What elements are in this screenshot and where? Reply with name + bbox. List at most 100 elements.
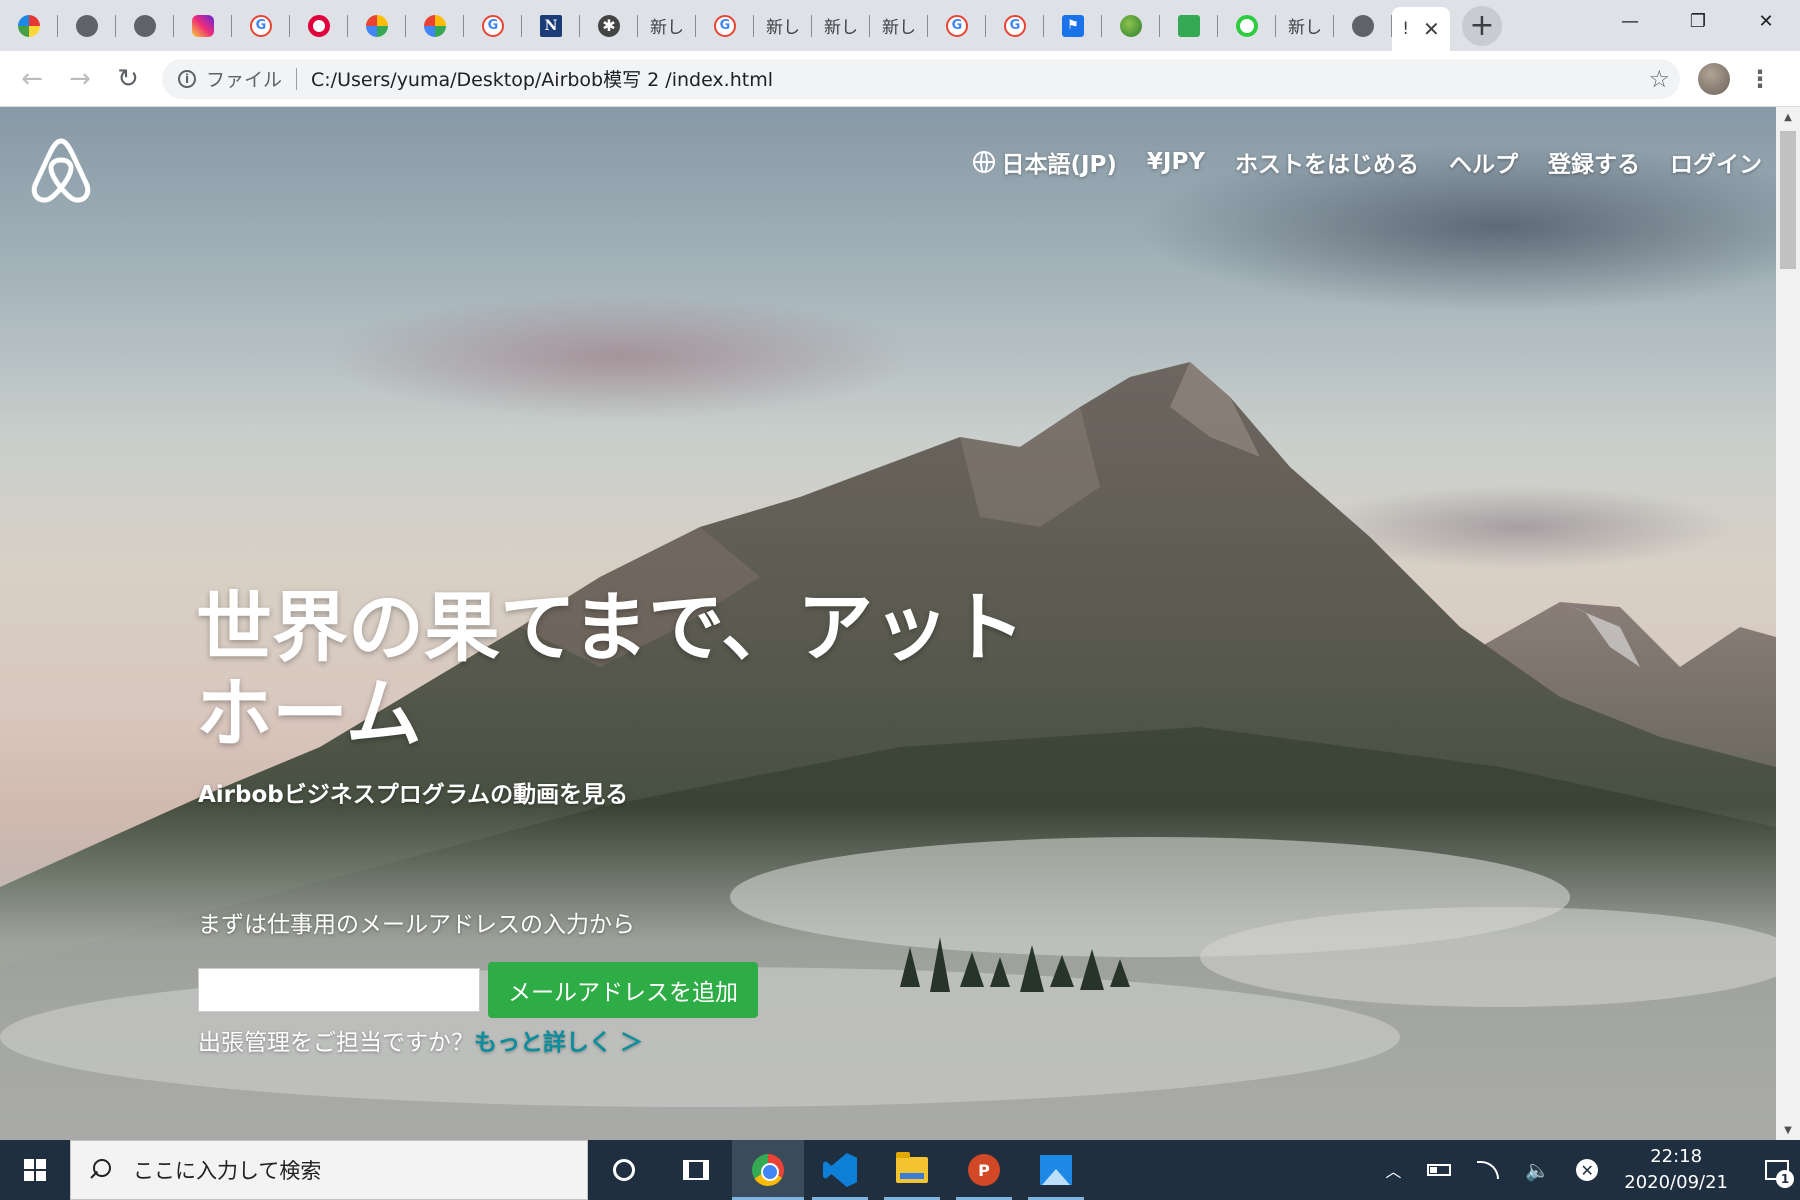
scroll-up-arrow-icon[interactable]: ▲ (1776, 107, 1800, 127)
n-logo-icon: N (540, 14, 562, 37)
speaker-icon[interactable]: 🔈 (1525, 1158, 1550, 1182)
task-view-icon (683, 1160, 709, 1180)
learn-more-link[interactable]: もっと詳しく ＞ (474, 1030, 643, 1056)
signup-link[interactable]: 登録する (1548, 145, 1640, 179)
colorful-logo-icon (18, 14, 40, 37)
tab-7[interactable] (348, 0, 406, 51)
globe-icon (1352, 14, 1374, 37)
earth-icon (1120, 14, 1142, 37)
battery-icon[interactable] (1427, 1164, 1452, 1176)
language-selector[interactable]: 日本語(JP) (973, 145, 1117, 179)
window-controls: — ❐ ✕ (1596, 0, 1800, 42)
tab-2[interactable] (58, 0, 116, 51)
minimize-button[interactable]: — (1596, 0, 1664, 42)
cortana-button[interactable] (588, 1140, 660, 1200)
divider (296, 67, 298, 90)
currency-selector[interactable]: ¥JPY (1147, 149, 1205, 175)
taskbar-photos[interactable] (1020, 1140, 1092, 1200)
tab-20[interactable] (1102, 0, 1160, 51)
tab-11[interactable]: ✱ (580, 0, 638, 51)
forward-arrow-icon[interactable]: → (56, 55, 104, 103)
tab-6[interactable] (290, 0, 348, 51)
taskbar-chrome[interactable] (732, 1140, 804, 1200)
book-icon (1178, 14, 1200, 37)
help-link[interactable]: ヘルプ (1449, 145, 1518, 179)
tab-4[interactable] (174, 0, 232, 51)
back-arrow-icon[interactable]: ← (8, 55, 56, 103)
star-icon[interactable]: ☆ (1648, 65, 1670, 93)
tab-18[interactable]: G (986, 0, 1044, 51)
vscode-icon (823, 1153, 857, 1187)
url-text[interactable]: C:/Users/yuma/Desktop/Airbob模写 2 /index.… (311, 65, 773, 92)
host-link[interactable]: ホストをはじめる (1235, 145, 1419, 179)
cortana-icon (613, 1159, 635, 1181)
chevron-up-icon[interactable]: ︿ (1385, 1158, 1401, 1182)
tab-13[interactable]: G (696, 0, 754, 51)
start-button[interactable] (0, 1140, 70, 1200)
tab-active[interactable]: ! ✕ (1392, 7, 1450, 51)
close-window-button[interactable]: ✕ (1732, 0, 1800, 42)
info-icon[interactable]: i (178, 69, 196, 88)
tab-17[interactable]: G (928, 0, 986, 51)
taskbar: ここに入力して検索 P ︿ 🔈 ✕ 22:18 2020/09/21 1 (0, 1140, 1800, 1200)
tab-8[interactable] (406, 0, 464, 51)
globe-icon (134, 14, 156, 37)
scroll-down-arrow-icon[interactable]: ▼ (1776, 1120, 1800, 1140)
tab-12[interactable]: 新し (638, 0, 696, 51)
video-link[interactable]: Airbobビジネスプログラムの動画を見る (198, 775, 628, 809)
close-tab-icon[interactable]: ✕ (1423, 17, 1440, 41)
instagram-icon (192, 14, 214, 37)
restore-button[interactable]: ❐ (1664, 0, 1732, 42)
wifi-icon[interactable] (1477, 1161, 1500, 1179)
folder-icon (896, 1152, 928, 1183)
globe-icon (973, 151, 996, 173)
tab-title: ! (1402, 19, 1410, 39)
tab-16[interactable]: 新し (870, 0, 928, 51)
language-label: 日本語(JP) (1001, 152, 1117, 178)
system-tray: ︿ 🔈 ✕ 22:18 2020/09/21 1 (1385, 1140, 1800, 1200)
more-menu-icon[interactable]: ⋮ (1748, 65, 1772, 93)
taskbar-search[interactable]: ここに入力して検索 (70, 1140, 588, 1200)
clock[interactable]: 22:18 2020/09/21 (1624, 1144, 1728, 1196)
hero-headline: 世界の果てまで、アットホーム (196, 583, 1026, 758)
tab-19[interactable]: ⚑ (1044, 0, 1102, 51)
taskbar-powerpoint[interactable]: P (948, 1140, 1020, 1200)
tab-10[interactable]: N (522, 0, 580, 51)
add-email-button[interactable]: メールアドレスを追加 (488, 962, 758, 1018)
taskbar-vscode[interactable] (804, 1140, 876, 1200)
address-bar[interactable]: i ファイル C:/Users/yuma/Desktop/Airbob模写 2 … (162, 58, 1680, 99)
new-tab-button[interactable]: + (1462, 5, 1502, 46)
tab-title: 新し (1288, 18, 1322, 38)
search-placeholder: ここに入力して検索 (133, 1159, 322, 1183)
tab-9[interactable]: G (464, 0, 522, 51)
page-scrollbar[interactable]: ▲ ▼ (1776, 107, 1800, 1140)
google-icon: G (250, 14, 272, 37)
tab-21[interactable] (1160, 0, 1218, 51)
tab-title: 新し (766, 18, 800, 38)
clock-time: 22:18 (1650, 1146, 1703, 1167)
taskbar-file-explorer[interactable] (876, 1140, 948, 1200)
pinwheel-icon (366, 14, 388, 37)
error-icon[interactable]: ✕ (1576, 1159, 1599, 1181)
notification-center-button[interactable]: 1 (1754, 1140, 1800, 1200)
airbob-logo-icon[interactable] (30, 137, 92, 205)
email-field[interactable] (198, 968, 480, 1012)
tab-24[interactable] (1334, 0, 1392, 51)
scrollbar-thumb[interactable] (1780, 131, 1796, 269)
login-link[interactable]: ログイン (1670, 145, 1762, 179)
reload-icon[interactable]: ↻ (104, 55, 152, 103)
email-form: メールアドレスを追加 (198, 962, 758, 1018)
tab-1[interactable] (0, 0, 58, 51)
avatar[interactable] (1698, 62, 1730, 95)
tab-5[interactable]: G (232, 0, 290, 51)
tab-3[interactable] (116, 0, 174, 51)
tab-22[interactable] (1218, 0, 1276, 51)
task-view-button[interactable] (660, 1140, 732, 1200)
tab-15[interactable]: 新し (812, 0, 870, 51)
powerpoint-icon: P (968, 1154, 1000, 1186)
pinwheel-icon (424, 14, 446, 37)
tab-14[interactable]: 新し (754, 0, 812, 51)
search-icon (89, 1159, 111, 1181)
url-scheme-label: ファイル (206, 69, 283, 91)
tab-23[interactable]: 新し (1276, 0, 1334, 51)
